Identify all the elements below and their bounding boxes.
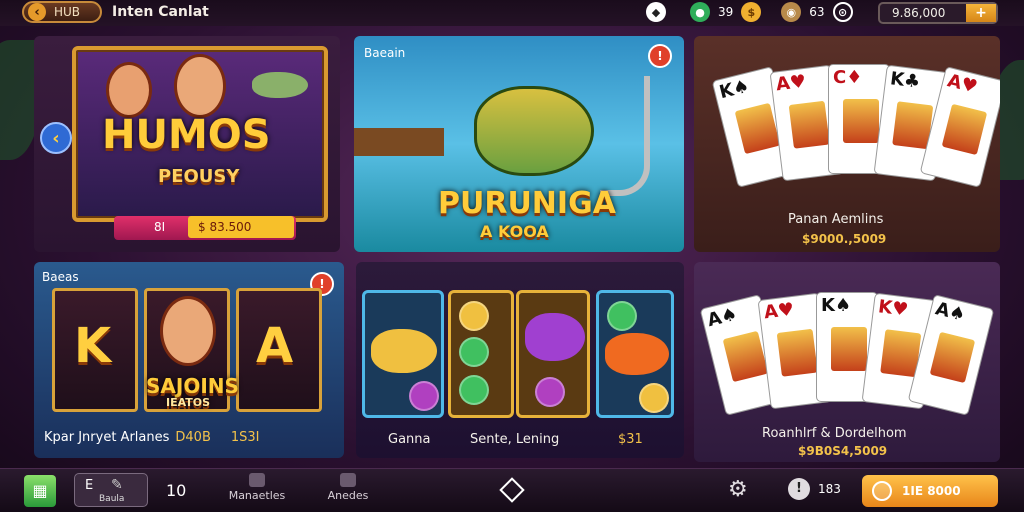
back-button[interactable]: ‹ HUB	[22, 1, 102, 23]
add-funds-button[interactable]: +	[966, 4, 996, 22]
jackpot-value: $9000.,5009	[802, 232, 887, 246]
info-icon[interactable]: !	[788, 478, 810, 500]
hook-icon	[600, 76, 650, 196]
game-subtitle: A KOOA	[480, 222, 549, 241]
game-tile-poker-b[interactable]: A♠ A♥ K♠ K♥ A♠ Roanhlrf & Dordelhom $9B0S4,5…	[694, 262, 1000, 462]
menu-label: E	[85, 478, 94, 493]
count-label-b: 183	[818, 482, 841, 496]
reel-label: Sente, Lening	[470, 432, 560, 447]
coin-icon	[459, 301, 489, 331]
coin-icon	[607, 301, 637, 331]
nav-label: Anedes	[327, 489, 369, 502]
play-now-button[interactable]: 1IE 8000	[862, 475, 998, 507]
coin-icon: $	[741, 2, 762, 22]
settings-ring-icon[interactable]: ⊙	[832, 2, 853, 22]
gem-icon: ●	[690, 2, 710, 22]
stat-value: 1S3I	[230, 430, 260, 445]
page-title: Inten Canlat	[112, 4, 209, 20]
game-logo: PURUNIGA	[438, 186, 616, 221]
gear-icon[interactable]: ⚙	[728, 477, 748, 502]
bag-icon	[340, 473, 356, 487]
game-tile-slots[interactable]: Baeas ! K A SAJOINS IEATOS Kpar Jnryet A…	[34, 262, 344, 458]
bottom-bar: ▦ E ✎ Baula 10 Manaetles Anedes ⚙ ! 183 …	[0, 468, 1024, 512]
cart-icon	[249, 473, 265, 487]
game-title: Kpar Jnryet Arlanes	[44, 430, 170, 445]
top-bar: ‹ HUB Inten Canlat ◆ ● 39 $ ◉ 63 ⊙ 9.86,…	[0, 0, 1024, 26]
coin-icon	[459, 337, 489, 367]
reel-letter-k: K	[74, 318, 112, 374]
home-icon[interactable]: ▦	[24, 475, 56, 507]
character-right	[174, 54, 226, 118]
bet-label: 8I	[154, 220, 166, 234]
alert-badge: !	[648, 44, 672, 68]
nav-item-anedes[interactable]: Anedes	[318, 473, 378, 502]
badge-icon: ◉	[781, 2, 802, 22]
game-subtitle: PEOUSY	[158, 166, 240, 187]
reel-column	[362, 290, 444, 418]
badge-count: 63	[809, 5, 825, 19]
coin-icon	[872, 481, 892, 501]
game-tile-reels[interactable]: Ganna Sente, Lening $31	[356, 262, 684, 458]
game-caption: Kpar Jnryet Arlanes D40B 1S3I	[44, 430, 260, 445]
game-tile-poker-a[interactable]: K♠ A♥ C♦ K♣ A♥ Panan Aemlins $9000.,5009	[694, 36, 1000, 252]
reel-letter-a: A	[256, 318, 294, 374]
menu-sub: Baula	[99, 494, 125, 504]
coin-icon	[459, 375, 489, 405]
stat-value: D40B	[175, 430, 211, 445]
cta-label: 1IE 8000	[902, 484, 961, 498]
game-logo: SAJOINS	[146, 374, 239, 398]
character-left	[106, 62, 152, 118]
top-stats: ◆ ● 39 $ ◉ 63 ⊙	[646, 2, 853, 22]
fish-icon	[605, 333, 669, 375]
game-logo: HUMOS	[102, 112, 271, 158]
nav-label: Manaetles	[228, 489, 286, 502]
reel-column	[596, 290, 674, 418]
gem-count: 39	[718, 5, 734, 19]
reel-column	[516, 290, 590, 418]
shield-icon[interactable]: ◆	[646, 2, 666, 22]
dock	[354, 128, 444, 156]
menu-chip[interactable]: E ✎ Baula	[74, 473, 148, 507]
game-subtitle: IEATOS	[166, 396, 211, 409]
coin-icon	[639, 383, 669, 413]
bet-pill[interactable]: 8I $ 83.500	[114, 216, 296, 240]
tile-tag: Baeain	[364, 46, 406, 60]
ticket-icon: ✎	[111, 477, 123, 493]
tile-tag: Baeas	[42, 270, 79, 284]
coin-icon	[409, 381, 439, 411]
game-tile-fishing[interactable]: Baeain ! PURUNIGA A KOOA	[354, 36, 684, 252]
back-label: HUB	[54, 5, 81, 19]
reel-label: Ganna	[388, 432, 431, 447]
game-title: Panan Aemlins	[788, 212, 884, 227]
jackpot-value: $ 83.500	[188, 216, 294, 238]
nav-item-manaetles[interactable]: Manaetles	[222, 473, 292, 502]
jackpot-value: $9B0S4,5009	[798, 444, 888, 458]
character-avatar	[160, 296, 216, 366]
coin-icon	[535, 377, 565, 407]
game-title: Roanhlrf & Dordelhom	[762, 426, 907, 441]
fish-icon	[371, 329, 437, 373]
balance-value: 9.86,000	[892, 6, 946, 20]
game-tile-humos[interactable]: HUMOS PEOUSY ‹ 8I $ 83.500	[34, 36, 340, 252]
chevron-left-icon: ‹	[28, 3, 46, 21]
fish-icon	[474, 86, 594, 176]
fish-icon	[525, 313, 585, 361]
reel-column	[448, 290, 514, 418]
fish-icon	[252, 72, 308, 98]
count-label: 10	[166, 481, 187, 500]
reel-label: $31	[618, 432, 643, 447]
diamond-icon[interactable]	[499, 477, 525, 503]
balance-field: 9.86,000 +	[878, 2, 998, 24]
chevron-left-icon[interactable]: ‹	[40, 122, 72, 154]
